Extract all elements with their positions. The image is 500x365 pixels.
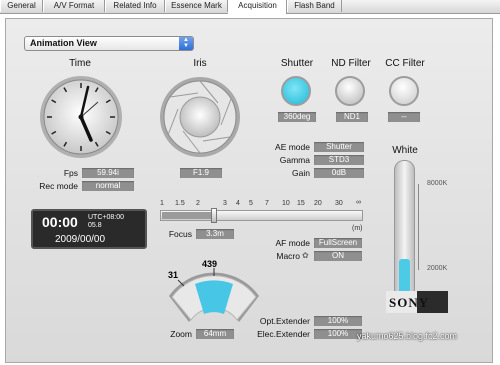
iris-value: F1.9	[180, 168, 222, 178]
focus-tick: 30	[335, 200, 343, 207]
white-scale	[418, 184, 427, 270]
flower-icon: ✿	[302, 251, 309, 260]
iris-aperture-icon	[160, 77, 240, 157]
tab-essence-mark[interactable]: Essence Mark	[165, 0, 228, 12]
nd-filter-indicator	[335, 76, 365, 106]
white-low-label: 2000K	[427, 265, 448, 272]
cc-filter-indicator	[389, 76, 419, 106]
tab-general[interactable]: General	[0, 0, 43, 12]
chevron-updown-icon: ▲ ▼	[179, 37, 193, 50]
watermark: yakumo625.blog.fc2.com	[357, 331, 458, 341]
zoom-label: Zoom	[170, 329, 192, 339]
rec-mode-value: normal	[82, 181, 134, 191]
tab-bar: General A/V Format Related Info Essence …	[0, 0, 500, 14]
focus-tick: 20	[314, 200, 322, 207]
focus-tick: 1.5	[175, 200, 185, 207]
af-mode-value: FullScreen	[314, 238, 362, 248]
ae-mode-label: AE mode	[275, 142, 310, 152]
focus-tick: 15	[297, 200, 305, 207]
focus-tick: 7	[265, 200, 269, 207]
focus-tick: 10	[282, 200, 290, 207]
sony-logo-text: SONY	[389, 295, 430, 310]
tab-av-format[interactable]: A/V Format	[43, 0, 105, 12]
cc-filter-title: CC Filter	[385, 58, 425, 69]
focus-tick: 5	[249, 200, 253, 207]
white-balance-fill	[399, 259, 410, 294]
time-title: Time	[69, 58, 91, 69]
white-title: White	[392, 145, 418, 156]
gamma-label: Gamma	[279, 155, 310, 165]
rec-mode-label: Rec mode	[39, 181, 78, 191]
timecode-zone: UTC+08:00	[88, 214, 124, 221]
analog-clock-icon	[40, 76, 122, 158]
focus-slider-fill	[162, 212, 214, 219]
focus-tick: 1	[160, 200, 164, 207]
cc-filter-value: --	[388, 112, 420, 122]
shutter-value: 360deg	[278, 112, 316, 122]
iris-title: Iris	[193, 58, 207, 69]
macro-value: ON	[314, 251, 362, 261]
white-high-label: 8000K	[427, 180, 448, 187]
focus-label: Focus	[168, 229, 192, 239]
shutter-title: Shutter	[280, 58, 314, 69]
view-select-value: Animation View	[30, 38, 97, 48]
fps-label: Fps	[63, 168, 78, 178]
opt-extender-label: Opt.Extender	[259, 316, 310, 326]
timecode-time: 00:00	[42, 214, 78, 230]
ae-mode-value: Shutter	[314, 142, 364, 152]
tab-flash-band[interactable]: Flash Band	[287, 0, 342, 12]
elec-extender-label: Elec.Extender	[257, 329, 310, 339]
nd-filter-title: ND Filter	[331, 58, 371, 69]
fps-value: 59.94i	[82, 168, 134, 178]
af-mode-label: AF mode	[275, 238, 311, 248]
focus-tick: 2	[196, 200, 200, 207]
gain-value: 0dB	[314, 168, 364, 178]
focus-tick: ∞	[356, 199, 361, 206]
timecode-display: 00:00 UTC+08:00 05.8 2009/00/00	[31, 209, 147, 249]
view-select[interactable]: Animation View ▲ ▼	[24, 36, 194, 51]
gamma-value: STD3	[314, 155, 364, 165]
zoom-value: 64mm	[196, 329, 234, 339]
focus-value: 3.3m	[196, 229, 234, 239]
macro-label: Macro	[276, 251, 300, 261]
focus-tick: 4	[236, 200, 240, 207]
timecode-sub: 05.8	[88, 222, 102, 229]
gain-label: Gain	[292, 168, 310, 178]
tab-acquisition[interactable]: Acquisition	[228, 0, 287, 14]
opt-extender-value: 100%	[314, 316, 362, 326]
focus-slider-thumb[interactable]	[211, 208, 217, 223]
focus-unit: (m)	[352, 225, 363, 232]
timecode-date: 2009/00/00	[55, 234, 106, 245]
focus-tick: 3	[223, 200, 227, 207]
elec-extender-value: 100%	[314, 329, 362, 339]
nd-filter-value: ND1	[336, 112, 368, 122]
shutter-indicator	[281, 76, 311, 106]
sony-logo: SONY	[386, 291, 448, 313]
tab-related-info[interactable]: Related Info	[105, 0, 165, 12]
